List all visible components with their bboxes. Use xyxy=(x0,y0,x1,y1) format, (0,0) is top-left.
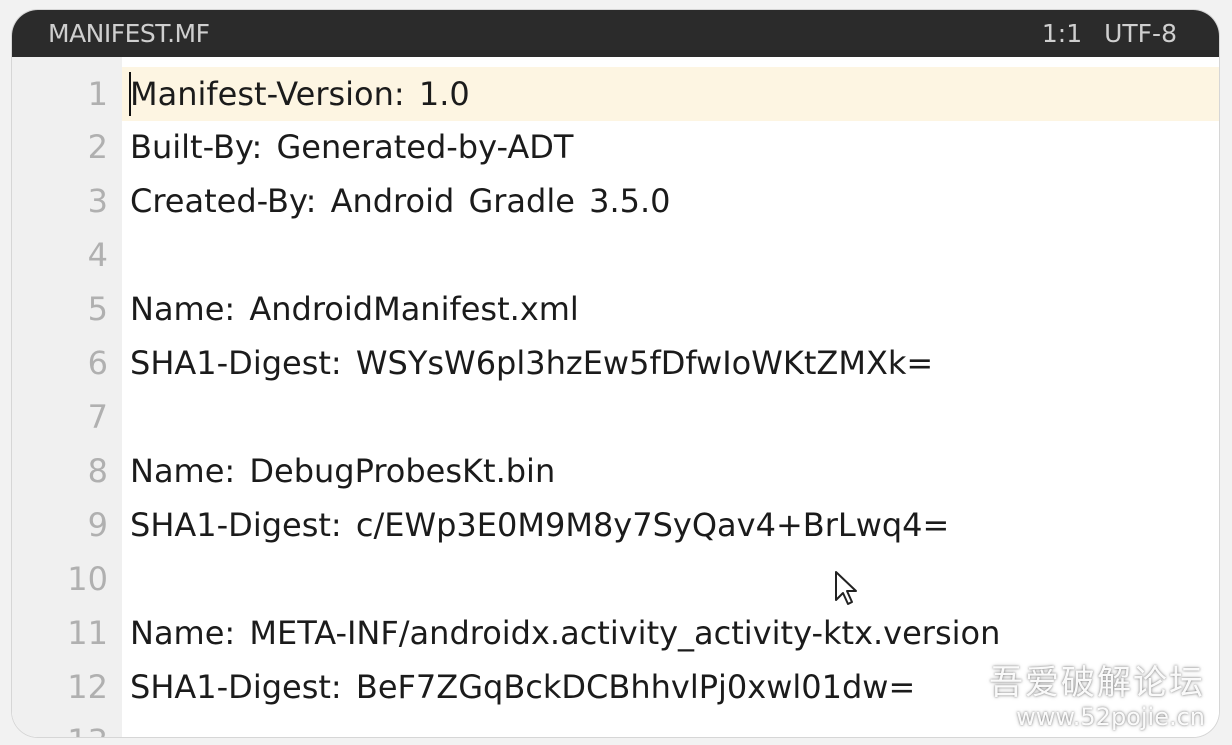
editor-window: MANIFEST.MF 1:1 UTF-8 1 Manifest-Version… xyxy=(12,10,1219,737)
line-text[interactable]: Name: META-INF/androidx.activity_activit… xyxy=(122,606,1000,660)
line-text[interactable]: SHA1-Digest: WSYsW6pl3hzEw5fDfwIoWKtZMXk… xyxy=(122,336,933,390)
line-text[interactable]: Manifest-Version: 1.0 xyxy=(122,67,470,121)
file-encoding[interactable]: UTF-8 xyxy=(1104,10,1177,57)
code-line[interactable]: 8 Name: DebugProbesKt.bin xyxy=(12,444,1219,498)
code-line[interactable]: 4 xyxy=(12,228,1219,282)
code-editor[interactable]: 1 Manifest-Version: 1.0 2 Built-By: Gene… xyxy=(12,57,1219,737)
line-number: 11 xyxy=(67,614,108,652)
line-number: 7 xyxy=(87,398,108,436)
line-text[interactable]: Name: AndroidManifest.xml xyxy=(122,282,579,336)
line-text[interactable]: SHA1-Digest: BeF7ZGqBckDCBhhvlPj0xwl01dw… xyxy=(122,660,915,714)
line-text[interactable]: Created-By: Android Gradle 3.5.0 xyxy=(122,174,671,228)
mouse-pointer-icon xyxy=(835,571,857,605)
code-line-current[interactable]: 1 Manifest-Version: 1.0 xyxy=(12,67,1219,121)
line-number: 1 xyxy=(12,67,122,121)
line-text[interactable] xyxy=(122,228,130,282)
line-number: 10 xyxy=(67,560,108,598)
line-text[interactable]: Name: DebugProbesKt.bin xyxy=(122,444,555,498)
code-line[interactable]: 10 xyxy=(12,552,1219,606)
watermark-url: www.52pojie.cn xyxy=(1016,703,1205,731)
code-line[interactable]: 11 Name: META-INF/androidx.activity_acti… xyxy=(12,606,1219,660)
line-number: 5 xyxy=(87,290,108,328)
cursor-position: 1:1 xyxy=(1041,19,1083,48)
text-caret xyxy=(129,72,131,116)
line-number: 13 xyxy=(12,714,122,737)
file-name: MANIFEST.MF xyxy=(48,19,210,48)
line-text[interactable] xyxy=(122,552,130,606)
line-text[interactable]: Built-By: Generated-by-ADT xyxy=(122,120,573,174)
code-line[interactable]: 3 Created-By: Android Gradle 3.5.0 xyxy=(12,174,1219,228)
line-number: 8 xyxy=(87,452,108,490)
status-info: 1:1 UTF-8 xyxy=(1042,10,1177,57)
line-number: 6 xyxy=(87,344,108,382)
line-text[interactable] xyxy=(122,390,130,444)
line-number: 4 xyxy=(87,236,108,274)
line-number: 12 xyxy=(67,668,108,706)
code-line[interactable]: 5 Name: AndroidManifest.xml xyxy=(12,282,1219,336)
line-number: 2 xyxy=(87,128,108,166)
line-number: 3 xyxy=(87,182,108,220)
watermark-name: 吾爱破解论坛 xyxy=(989,663,1205,703)
code-line[interactable]: 2 Built-By: Generated-by-ADT xyxy=(12,120,1219,174)
line-text[interactable] xyxy=(122,714,130,737)
title-bar: MANIFEST.MF 1:1 UTF-8 xyxy=(12,10,1219,57)
code-line[interactable]: 6 SHA1-Digest: WSYsW6pl3hzEw5fDfwIoWKtZM… xyxy=(12,336,1219,390)
code-area[interactable]: 1 Manifest-Version: 1.0 2 Built-By: Gene… xyxy=(12,57,1219,737)
code-line[interactable]: 7 xyxy=(12,390,1219,444)
line-text[interactable]: SHA1-Digest: c/EWp3E0M9M8y7SyQav4+BrLwq4… xyxy=(122,498,949,552)
watermark: 吾爱破解论坛 www.52pojie.cn xyxy=(989,663,1205,731)
line-number: 9 xyxy=(87,506,108,544)
code-line[interactable]: 9 SHA1-Digest: c/EWp3E0M9M8y7SyQav4+BrLw… xyxy=(12,498,1219,552)
